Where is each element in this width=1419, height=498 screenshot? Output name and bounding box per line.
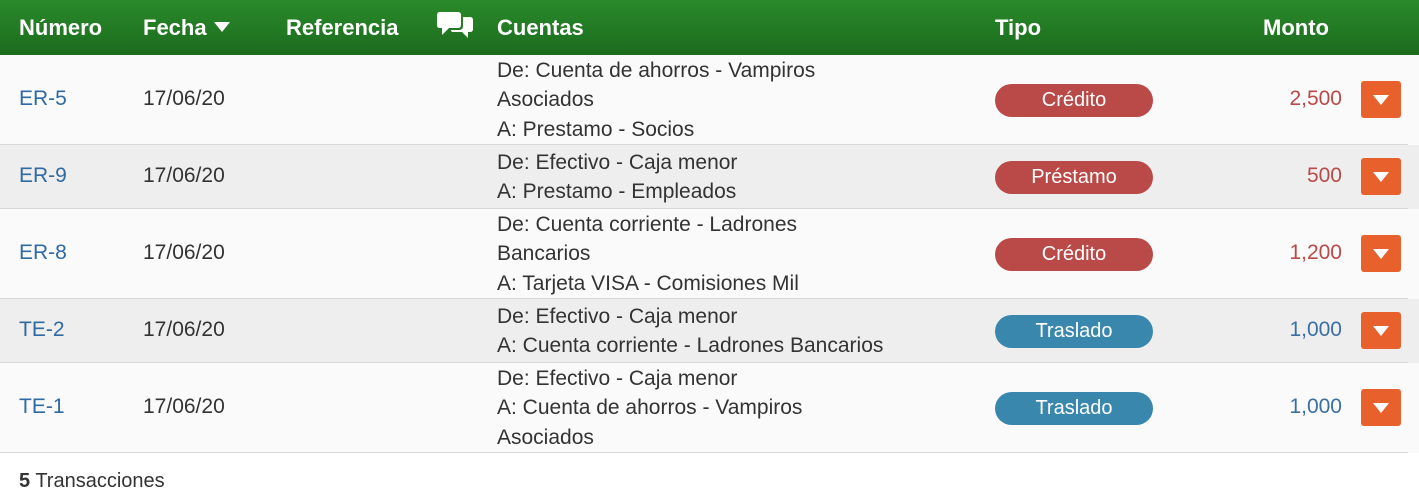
column-header-tipo[interactable]: Tipo <box>995 0 1041 55</box>
table-header: Número Fecha Referencia Cuentas Tipo Mon… <box>0 0 1419 55</box>
caret-down-icon <box>1373 326 1389 336</box>
table-row: ER-8 17/06/20 De: Cuenta corriente - Ladro… <box>0 209 1419 299</box>
caret-down-icon <box>1373 95 1389 105</box>
account-line: A: Prestamo - Empleados <box>497 180 737 203</box>
table-row: ER-9 17/06/20 De: Efectivo - Caja menor A: … <box>0 145 1419 209</box>
account-line: Bancarios <box>497 242 591 266</box>
transaction-type-badge: Traslado <box>995 392 1153 425</box>
transaction-type-badge: Préstamo <box>995 161 1153 194</box>
transaction-date: 17/06/20 <box>143 241 225 264</box>
transaction-date: 17/06/20 <box>143 395 225 418</box>
transaction-accounts: De: Efectivo - Caja menor A: Prestamo - E… <box>497 148 997 207</box>
transaction-count-label: Transacciones <box>30 470 165 492</box>
column-header-fecha[interactable]: Fecha <box>143 0 230 55</box>
caret-down-icon <box>1373 403 1389 413</box>
caret-down-icon <box>1373 249 1389 259</box>
transaction-amount: 1,000 <box>1289 395 1342 418</box>
account-line: A: Cuenta corriente - Ladrones Bancarios <box>497 334 884 357</box>
table-row: ER-5 17/06/20 De: Cuenta de ahorros - Vamp… <box>0 55 1419 145</box>
transaction-accounts: De: Efectivo - Caja menor A: Cuenta corri… <box>497 302 997 361</box>
transaction-date: 17/06/20 <box>143 164 225 187</box>
transaction-accounts: De: Cuenta de ahorros - Vampiros Asociado… <box>497 56 997 145</box>
account-line: Asociados <box>497 88 594 112</box>
account-line: Asociados <box>497 425 594 449</box>
account-line: A: Cuenta de ahorros - Vampiros <box>497 396 803 420</box>
transaction-number-link[interactable]: TE-2 <box>19 318 65 342</box>
account-line: De: Efectivo - Caja menor <box>497 366 738 390</box>
transaction-type-badge: Crédito <box>995 238 1153 271</box>
transaction-accounts: De: Cuenta corriente - Ladrones Bancarios… <box>497 210 997 299</box>
caret-down-icon <box>213 22 230 32</box>
transaction-type-badge: Crédito <box>995 84 1153 117</box>
column-header-fecha-label: Fecha <box>143 15 207 40</box>
transaction-accounts: De: Efectivo - Caja menor A: Cuenta de ah… <box>497 364 997 453</box>
transaction-amount: 1,200 <box>1289 241 1342 264</box>
table-row: TE-1 17/06/20 De: Efectivo - Caja menor A: … <box>0 363 1419 453</box>
transaction-amount: 2,500 <box>1289 87 1342 110</box>
transaction-number-link[interactable]: ER-5 <box>19 87 67 111</box>
transaction-amount: 1,000 <box>1289 318 1342 341</box>
transaction-number-link[interactable]: TE-1 <box>19 395 65 419</box>
transaction-count: 5 Transacciones <box>19 470 165 493</box>
comments-icon <box>437 12 473 38</box>
row-actions-dropdown-button[interactable] <box>1361 81 1401 118</box>
caret-down-icon <box>1373 172 1389 182</box>
column-header-referencia[interactable]: Referencia <box>286 0 399 55</box>
transaction-count-number: 5 <box>19 470 31 492</box>
account-line: De: Efectivo - Caja menor <box>497 304 738 328</box>
column-header-monto[interactable]: Monto <box>1263 0 1329 55</box>
transaction-number-link[interactable]: ER-9 <box>19 164 67 188</box>
column-header-cuentas[interactable]: Cuentas <box>497 0 584 55</box>
column-header-numero[interactable]: Número <box>19 0 102 55</box>
account-line: De: Cuenta corriente - Ladrones <box>497 212 797 236</box>
account-line: De: Efectivo - Caja menor <box>497 150 738 174</box>
transaction-number-link[interactable]: ER-8 <box>19 241 67 265</box>
transaction-date: 17/06/20 <box>143 87 225 110</box>
account-line: A: Tarjeta VISA - Comisiones Mil <box>497 271 799 295</box>
row-actions-dropdown-button[interactable] <box>1361 389 1401 426</box>
transaction-type-badge: Traslado <box>995 315 1153 348</box>
row-actions-dropdown-button[interactable] <box>1361 312 1401 349</box>
table-row: TE-2 17/06/20 De: Efectivo - Caja menor A: … <box>0 299 1419 363</box>
transaction-date: 17/06/20 <box>143 318 225 341</box>
row-actions-dropdown-button[interactable] <box>1361 158 1401 195</box>
transaction-amount: 500 <box>1306 164 1342 187</box>
account-line: De: Cuenta de ahorros - Vampiros <box>497 58 816 82</box>
account-line: A: Prestamo - Socios <box>497 117 695 141</box>
row-divider <box>0 452 1408 453</box>
row-actions-dropdown-button[interactable] <box>1361 235 1401 272</box>
